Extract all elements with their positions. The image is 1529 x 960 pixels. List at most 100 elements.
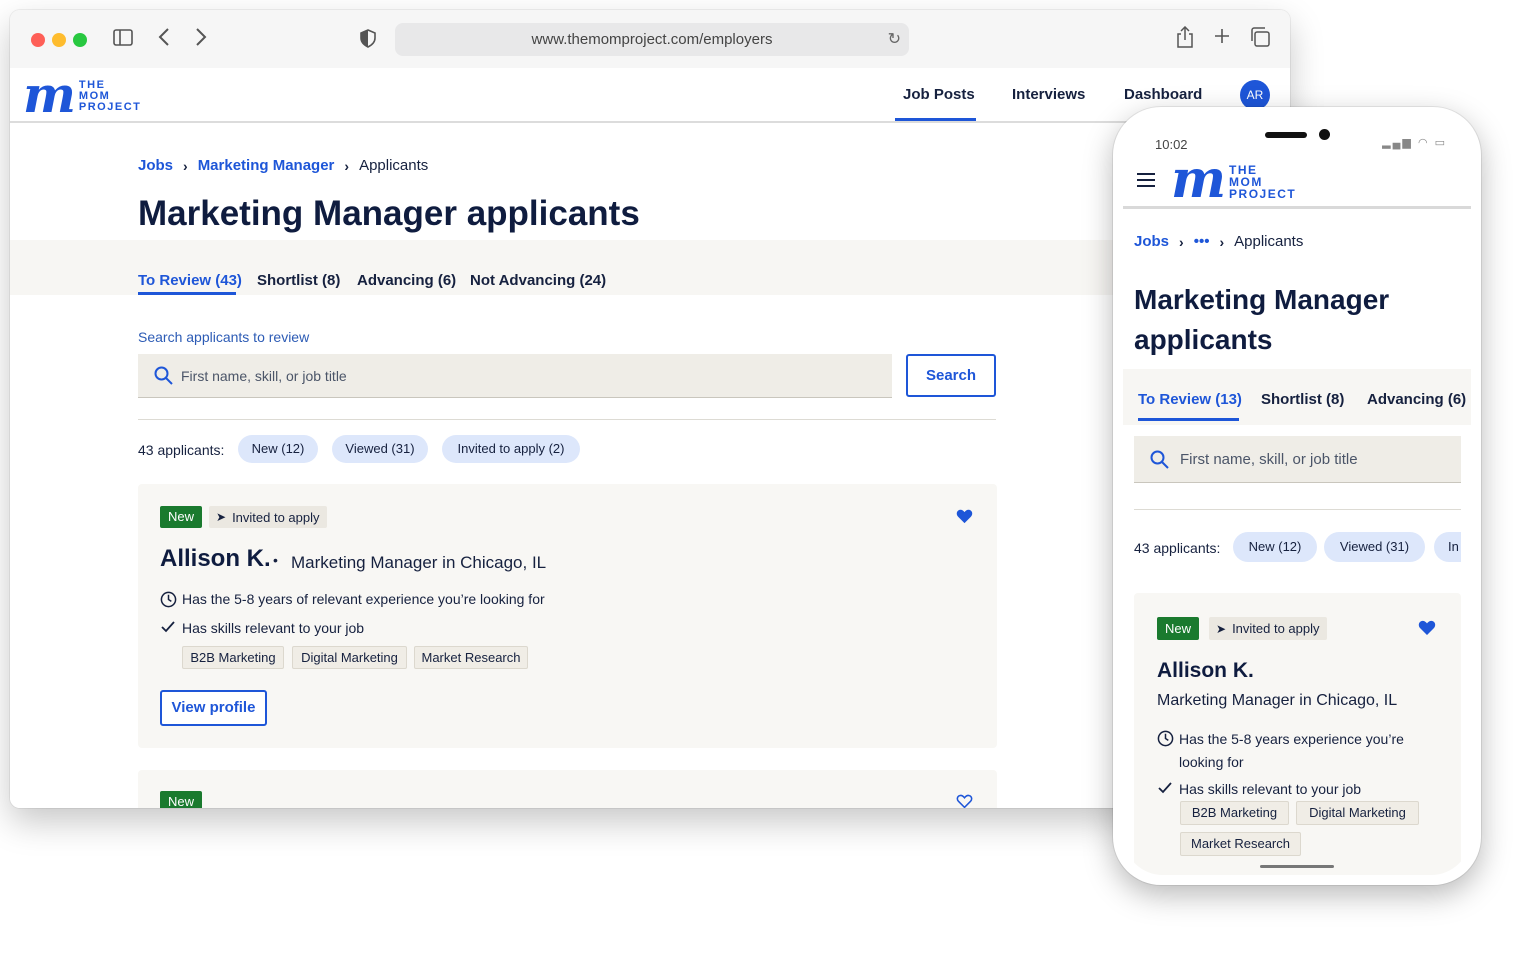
chevron-right-icon: › bbox=[183, 157, 188, 174]
tab-shortlist[interactable]: Shortlist (8) bbox=[257, 272, 340, 289]
skills-line-text: Has skills relevant to your job bbox=[182, 620, 365, 636]
minimize-window-button[interactable] bbox=[52, 33, 66, 47]
close-window-button[interactable] bbox=[31, 33, 45, 47]
tab-advancing[interactable]: Advancing (6) bbox=[357, 272, 456, 289]
breadcrumb: Jobs › Marketing Manager › Applicants bbox=[138, 157, 428, 174]
logo-wordmark: THE MOM PROJECT bbox=[1229, 163, 1297, 201]
nav-interviews[interactable]: Interviews bbox=[1012, 86, 1085, 103]
camera bbox=[1319, 129, 1330, 140]
logo-mark: m bbox=[23, 65, 76, 124]
breadcrumb-jobs-link[interactable]: Jobs bbox=[138, 157, 173, 174]
status-icons: ▂▄▆ ◠ ▭ bbox=[1382, 137, 1447, 149]
chevron-right-icon: › bbox=[1219, 233, 1225, 250]
tab-overview-icon[interactable] bbox=[1250, 27, 1270, 51]
skills-line: Has skills relevant to your job bbox=[1157, 781, 1361, 798]
skills-line: Has skills relevant to your job bbox=[160, 620, 364, 637]
forward-icon[interactable] bbox=[195, 28, 207, 50]
search-input[interactable]: First name, skill, or job title bbox=[138, 354, 892, 398]
maximize-window-button[interactable] bbox=[73, 33, 87, 47]
skill-tag: Digital Marketing bbox=[292, 646, 407, 669]
active-tab-indicator bbox=[138, 292, 236, 295]
back-icon[interactable] bbox=[158, 28, 170, 50]
filter-chip-new[interactable]: New (12) bbox=[238, 435, 318, 463]
filter-chip-viewed[interactable]: Viewed (31) bbox=[332, 435, 428, 463]
page-title: Marketing Manager applicants bbox=[1134, 284, 1390, 355]
mom-project-logo[interactable]: m THE MOM PROJECT bbox=[1171, 154, 1297, 206]
breadcrumb-current: Applicants bbox=[359, 157, 429, 174]
shield-icon[interactable] bbox=[360, 29, 376, 52]
address-bar[interactable]: www.themomproject.com/employers ↻ bbox=[395, 23, 909, 56]
search-placeholder: First name, skill, or job title bbox=[1180, 451, 1358, 468]
send-icon: ➤ bbox=[216, 510, 227, 524]
new-badge: New bbox=[160, 506, 202, 528]
clock-icon bbox=[160, 591, 182, 611]
new-tab-icon[interactable] bbox=[1213, 27, 1231, 49]
experience-line: Has the 5-8 years of relevant experience… bbox=[160, 591, 545, 611]
clock-icon bbox=[1157, 728, 1179, 754]
heart-filled-icon[interactable] bbox=[1418, 619, 1436, 641]
heart-outline-icon[interactable] bbox=[956, 793, 973, 808]
nav-dashboard[interactable]: Dashboard bbox=[1124, 86, 1202, 103]
search-label: Search applicants to review bbox=[138, 329, 310, 345]
tab-to-review[interactable]: To Review (43) bbox=[138, 272, 242, 289]
sidebar-toggle-icon[interactable] bbox=[113, 28, 133, 50]
mobile-header: m THE MOM PROJECT bbox=[1123, 149, 1471, 209]
search-button[interactable]: Search bbox=[906, 354, 996, 397]
invited-badge: ➤ Invited to apply bbox=[1209, 617, 1327, 640]
logo-wordmark: THE MOM PROJECT bbox=[78, 78, 142, 113]
filter-chip-invited[interactable]: Invited to apply (2) bbox=[442, 435, 580, 463]
active-nav-indicator bbox=[895, 118, 976, 121]
avatar[interactable]: AR bbox=[1240, 80, 1270, 110]
candidate-role: Marketing Manager in Chicago, IL bbox=[291, 553, 547, 572]
tab-shortlist[interactable]: Shortlist (8) bbox=[1261, 391, 1344, 408]
breadcrumb-job-link[interactable]: Marketing Manager bbox=[198, 157, 335, 174]
candidate-name[interactable]: Allison K. bbox=[1157, 659, 1254, 683]
breadcrumb: Jobs › ••• › Applicants bbox=[1134, 233, 1303, 250]
url-text: www.themomproject.com/employers bbox=[531, 31, 773, 48]
tab-advancing[interactable]: Advancing (6) bbox=[1367, 391, 1466, 408]
filter-chip-invited[interactable]: In bbox=[1434, 532, 1461, 562]
experience-text: Has the 5-8 years of relevant experience… bbox=[182, 591, 545, 607]
home-indicator[interactable] bbox=[1260, 865, 1334, 868]
tab-to-review[interactable]: To Review (13) bbox=[1138, 391, 1242, 408]
search-input[interactable]: First name, skill, or job title bbox=[1134, 436, 1461, 483]
status-tabs: To Review (43) Shortlist (8) Advancing (… bbox=[10, 240, 1290, 295]
skill-tag: B2B Marketing bbox=[182, 646, 284, 669]
breadcrumb-jobs-link[interactable]: Jobs bbox=[1134, 233, 1169, 250]
skill-tag: Market Research bbox=[1180, 832, 1301, 856]
nav-job-posts[interactable]: Job Posts bbox=[903, 86, 975, 103]
mom-project-logo[interactable]: m THE MOM PROJECT bbox=[23, 65, 142, 124]
skills-line-text: Has skills relevant to your job bbox=[1179, 781, 1362, 797]
search-icon bbox=[154, 366, 173, 390]
divider bbox=[138, 419, 996, 420]
tab-not-advancing[interactable]: Not Advancing (24) bbox=[470, 272, 606, 289]
candidate-role: Marketing Manager in Chicago, IL bbox=[1157, 692, 1398, 709]
skill-tag: Digital Marketing bbox=[1296, 801, 1419, 825]
invited-badge: ➤ Invited to apply bbox=[209, 506, 327, 528]
browser-window: www.themomproject.com/employers ↻ m THE … bbox=[10, 10, 1290, 808]
browser-toolbar: www.themomproject.com/employers ↻ bbox=[10, 10, 1290, 68]
view-profile-button[interactable]: View profile bbox=[160, 690, 267, 726]
page-title: Marketing Manager applicants bbox=[138, 194, 640, 233]
search-placeholder: First name, skill, or job title bbox=[181, 368, 347, 384]
invited-badge-label: Invited to apply bbox=[232, 509, 320, 525]
skill-tag: B2B Marketing bbox=[1180, 801, 1289, 825]
check-icon bbox=[160, 620, 182, 637]
menu-icon[interactable] bbox=[1137, 173, 1155, 191]
applicant-count: 43 applicants: bbox=[1134, 540, 1221, 556]
filter-chip-viewed[interactable]: Viewed (31) bbox=[1324, 532, 1425, 562]
experience-line: Has the 5-8 years experience you’re looki… bbox=[1157, 728, 1404, 774]
dynamic-island bbox=[1265, 132, 1307, 138]
search-icon bbox=[1150, 450, 1169, 474]
share-icon[interactable] bbox=[1176, 25, 1194, 52]
candidate-card[interactable] bbox=[138, 770, 997, 808]
breadcrumb-current: Applicants bbox=[1234, 233, 1304, 250]
reload-icon[interactable]: ↻ bbox=[888, 29, 901, 49]
invited-badge-label: Invited to apply bbox=[1232, 621, 1320, 636]
heart-filled-icon[interactable] bbox=[956, 508, 973, 529]
filter-chip-new[interactable]: New (12) bbox=[1233, 532, 1317, 562]
breadcrumb-ellipsis[interactable]: ••• bbox=[1194, 233, 1210, 250]
new-badge: New bbox=[1157, 617, 1199, 640]
chevron-right-icon: › bbox=[1179, 233, 1184, 250]
candidate-name[interactable]: Allison K. bbox=[160, 545, 271, 573]
